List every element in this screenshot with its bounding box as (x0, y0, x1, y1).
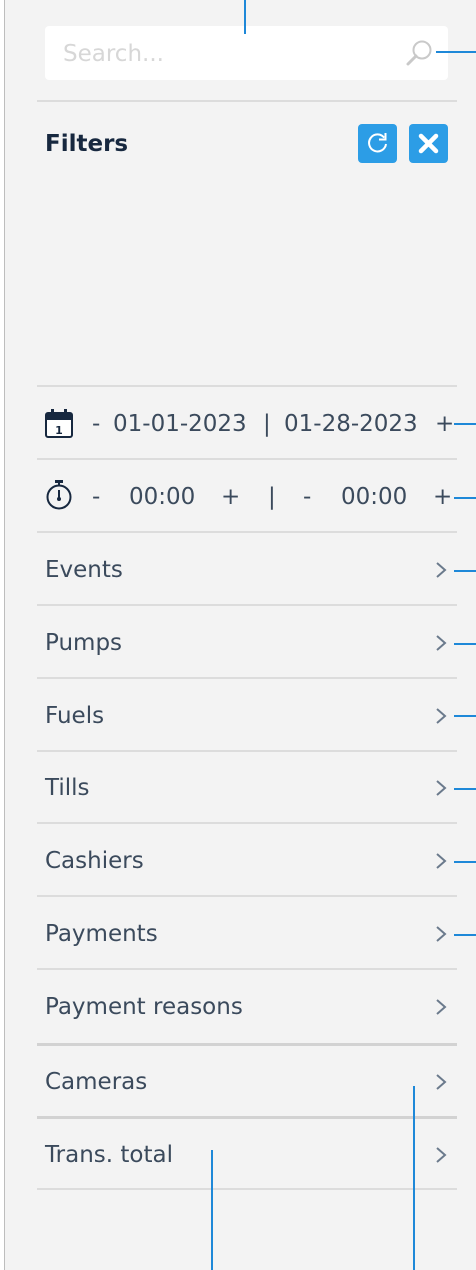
refresh-icon (368, 133, 387, 153)
time-range-row: - 00:00 + | - 00:00 + (45, 477, 452, 517)
filter-item-tills[interactable]: Tills (45, 768, 449, 808)
search-input[interactable] (61, 26, 395, 82)
divider (37, 531, 457, 533)
date-increment-button[interactable]: + (435, 404, 454, 444)
callout-line (454, 423, 476, 425)
divider (37, 100, 457, 102)
divider (37, 968, 457, 970)
divider (37, 385, 457, 387)
date-separator: | (263, 411, 271, 437)
divider (37, 1188, 457, 1190)
date-end-value[interactable]: 01-28-2023 (284, 404, 418, 444)
filter-item-label: Tills (45, 775, 90, 801)
chevron-right-icon (436, 635, 447, 651)
date-start-value[interactable]: 01-01-2023 (113, 404, 247, 444)
divider (37, 604, 457, 606)
search-box (45, 26, 448, 82)
divider (37, 1043, 457, 1046)
chevron-right-icon (436, 562, 447, 578)
callout-line (436, 51, 476, 53)
chevron-right-icon (436, 999, 447, 1015)
callout-line (413, 1086, 415, 1270)
calendar-icon: 1 (45, 409, 73, 438)
chevron-right-icon (436, 708, 447, 724)
filter-item-label: Fuels (45, 703, 105, 729)
divider (37, 822, 457, 824)
time-end-increment-button[interactable]: + (433, 477, 452, 517)
time-separator: | (268, 484, 276, 510)
filters-panel: Filters 1 - 01-01-2023 | 01-28-2023 + (4, 0, 476, 1270)
close-icon (418, 133, 439, 154)
filter-item-label: Cameras (45, 1069, 148, 1095)
date-range-row: 1 - 01-01-2023 | 01-28-2023 + (45, 404, 454, 444)
filters-title: Filters (45, 131, 129, 157)
filter-item-label: Payments (45, 921, 158, 947)
date-decrement-button[interactable]: - (92, 404, 100, 444)
divider (37, 458, 457, 460)
filter-item-label: Payment reasons (45, 994, 243, 1020)
chevron-right-icon (436, 1147, 447, 1163)
chevron-right-icon (436, 780, 447, 796)
search-icon[interactable] (404, 38, 434, 68)
time-start-decrement-button[interactable]: - (92, 477, 100, 517)
svg-text:1: 1 (55, 424, 63, 437)
refresh-button[interactable] (358, 124, 397, 163)
filter-item-label: Pumps (45, 630, 123, 656)
filter-item-pumps[interactable]: Pumps (45, 623, 449, 663)
callout-line (454, 788, 476, 790)
filter-item-payments[interactable]: Payments (45, 914, 449, 954)
time-start-increment-button[interactable]: + (221, 477, 240, 517)
filter-item-cashiers[interactable]: Cashiers (45, 841, 449, 881)
chevron-right-icon (436, 853, 447, 869)
divider (37, 1116, 457, 1119)
divider (37, 895, 457, 897)
callout-line (454, 861, 476, 863)
chevron-right-icon (436, 1074, 447, 1090)
stopwatch-icon (46, 480, 72, 510)
filter-item-label: Events (45, 557, 123, 583)
close-button[interactable] (409, 124, 448, 163)
time-end-decrement-button[interactable]: - (303, 477, 311, 517)
callout-line (454, 643, 476, 645)
callout-line (454, 715, 476, 717)
callout-line (244, 0, 246, 34)
callout-line (454, 497, 476, 499)
filter-item-label: Cashiers (45, 848, 144, 874)
chevron-right-icon (436, 926, 447, 942)
time-start-value[interactable]: 00:00 (129, 477, 195, 517)
filter-item-fuels[interactable]: Fuels (45, 696, 449, 736)
callout-line (211, 1150, 213, 1270)
callout-line (454, 570, 476, 572)
filter-item-events[interactable]: Events (45, 550, 449, 590)
filter-item-label: Trans. total (45, 1142, 173, 1168)
divider (37, 677, 457, 679)
filter-item-trans-total[interactable]: Trans. total (45, 1135, 449, 1175)
filter-item-cameras[interactable]: Cameras (45, 1062, 449, 1102)
filter-item-payment-reasons[interactable]: Payment reasons (45, 987, 449, 1027)
divider (37, 750, 457, 752)
time-end-value[interactable]: 00:00 (341, 477, 407, 517)
callout-line (454, 934, 476, 936)
